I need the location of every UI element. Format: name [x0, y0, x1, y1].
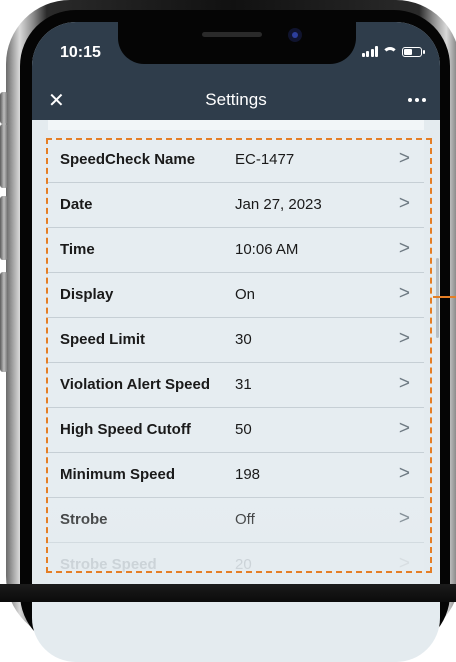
setting-value: On [235, 286, 256, 303]
setting-label: Strobe Speed [60, 556, 157, 573]
phone-bottom-bezel [0, 584, 456, 602]
setting-row-strobe[interactable]: Strobe Off > [48, 498, 424, 543]
setting-row-date[interactable]: Date Jan 27, 2023 > [48, 183, 424, 228]
setting-label: Violation Alert Speed [60, 376, 211, 393]
app-screen: 10:15 ✕ Settings SpeedCheck Name EC-1477… [32, 22, 440, 662]
callout-leader-line [433, 296, 456, 298]
volume-down-button [0, 196, 8, 260]
signal-icon [361, 46, 378, 57]
speaker-grille [202, 32, 262, 37]
mute-switch [0, 92, 8, 124]
setting-row-strobe-speed[interactable]: Strobe Speed 20 > [48, 543, 424, 588]
chevron-right-icon: > [398, 418, 410, 439]
setting-value: EC-1477 [235, 151, 295, 168]
more-options-icon[interactable] [404, 94, 430, 106]
setting-row-speed-limit[interactable]: Speed Limit 30 > [48, 318, 424, 363]
setting-row-high-speed-cutoff[interactable]: High Speed Cutoff 50 > [48, 408, 424, 453]
chevron-right-icon: > [398, 283, 410, 304]
setting-value: Off [235, 511, 255, 528]
chevron-right-icon: > [398, 193, 410, 214]
setting-value: 20 [235, 556, 252, 573]
setting-label: Strobe [60, 511, 108, 528]
chevron-right-icon: > [398, 238, 410, 259]
setting-row-speedcheck-name[interactable]: SpeedCheck Name EC-1477 > [48, 138, 424, 183]
volume-up-button [0, 124, 8, 188]
setting-value: Jan 27, 2023 [235, 196, 322, 213]
setting-value: 50 [235, 421, 252, 438]
setting-row-time[interactable]: Time 10:06 AM > [48, 228, 424, 273]
front-camera [288, 28, 302, 42]
status-time: 10:15 [60, 44, 101, 61]
status-icons [361, 46, 425, 57]
setting-label: Time [60, 241, 95, 258]
chevron-right-icon: > [398, 373, 410, 394]
setting-label: Minimum Speed [60, 466, 176, 483]
chevron-right-icon: > [398, 148, 410, 169]
side-button [0, 272, 8, 372]
setting-label: SpeedCheck Name [60, 151, 196, 168]
nav-bar: ✕ Settings [32, 82, 440, 120]
setting-value: 198 [235, 466, 261, 483]
notch [118, 22, 356, 64]
wifi-icon [383, 46, 397, 57]
settings-list: SpeedCheck Name EC-1477 > Date Jan 27, 2… [48, 138, 424, 588]
list-header-strip [48, 120, 424, 130]
setting-row-violation-alert-speed[interactable]: Violation Alert Speed 31 > [48, 363, 424, 408]
scrollbar[interactable] [436, 258, 439, 338]
page-title: Settings [205, 90, 267, 109]
battery-icon [402, 47, 425, 57]
chevron-right-icon: > [398, 463, 410, 484]
status-bar: 10:15 [32, 22, 440, 82]
chevron-right-icon: > [398, 508, 410, 529]
setting-label: High Speed Cutoff [60, 421, 191, 438]
setting-value: 30 [235, 331, 252, 348]
setting-label: Display [60, 286, 114, 303]
setting-value: 10:06 AM [235, 241, 299, 258]
setting-row-display[interactable]: Display On > [48, 273, 424, 318]
chevron-right-icon: > [398, 553, 410, 574]
setting-label: Speed Limit [60, 331, 146, 348]
chevron-right-icon: > [398, 328, 410, 349]
setting-label: Date [60, 196, 93, 213]
setting-row-minimum-speed[interactable]: Minimum Speed 198 > [48, 453, 424, 498]
setting-value: 31 [235, 376, 252, 393]
